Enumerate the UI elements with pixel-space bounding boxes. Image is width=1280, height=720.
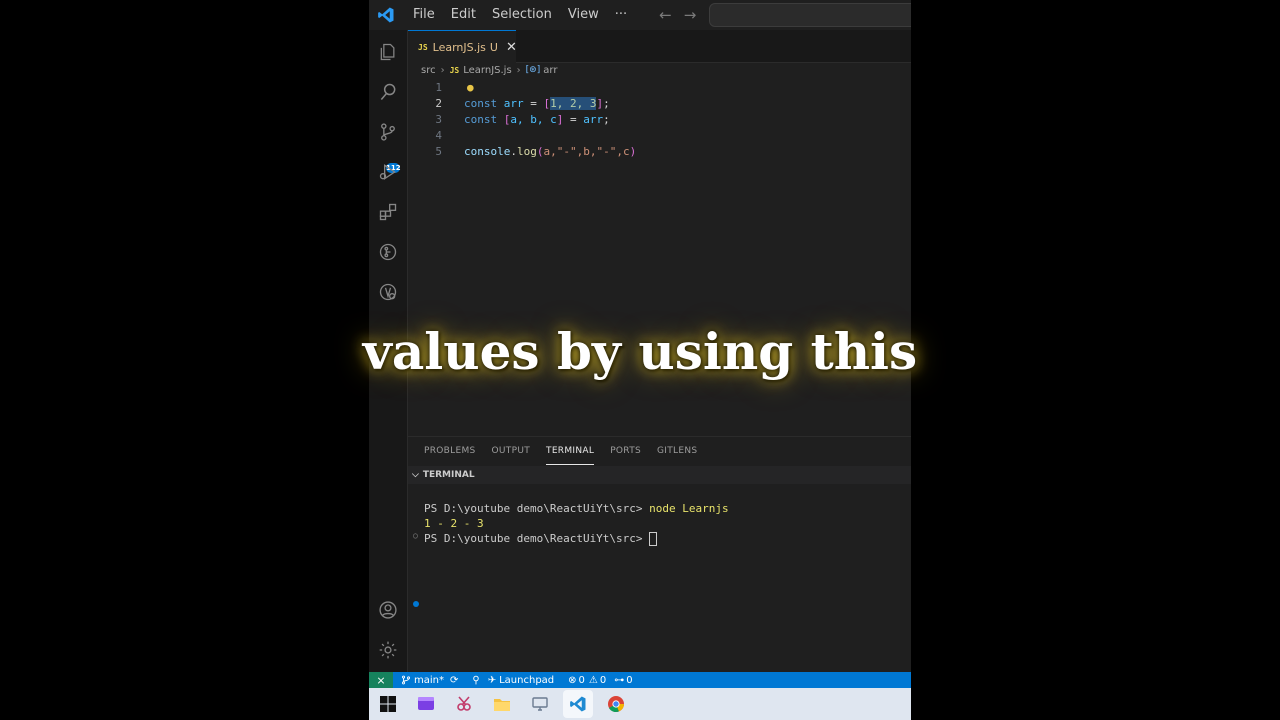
chevron-right-icon: › (516, 64, 521, 76)
remote-desktop-icon[interactable] (525, 690, 555, 718)
tab-gitlens[interactable]: GITLENS (657, 437, 697, 465)
run-debug-icon[interactable] (376, 160, 400, 184)
terminal-section-title: TERMINAL (422, 470, 475, 480)
back-arrow-icon[interactable]: ← (659, 6, 672, 24)
code-line-1: 1 ● (408, 80, 911, 96)
remote-explorer-icon[interactable] (376, 280, 400, 304)
antenna-icon: ⊶ (614, 674, 625, 686)
code-line-4: 4 (408, 128, 911, 144)
terminal-section-header[interactable]: ⌵ TERMINAL (408, 466, 911, 484)
ports-status[interactable]: ⊶ 0 (614, 675, 632, 686)
command-center-search[interactable] (709, 3, 911, 27)
menu-more[interactable]: ··· (607, 0, 635, 30)
problems-status[interactable]: ⊗ 0 ⚠ 0 (568, 675, 606, 686)
line-number: 2 (435, 97, 442, 110)
breadcrumb-file[interactable]: LearnJS.js (463, 65, 511, 76)
windows-start-icon[interactable] (373, 690, 403, 718)
terminal-line: PS D:\youtube demo\ReactUiYt\src> node L… (424, 502, 729, 515)
tab-problems[interactable]: PROBLEMS (424, 437, 476, 465)
source-control-icon[interactable] (376, 120, 400, 144)
launchpad-status[interactable]: ✈ Launchpad (488, 675, 554, 686)
explorer-icon[interactable] (376, 40, 400, 64)
video-caption-overlay: values by using this (362, 322, 918, 381)
vscode-logo-icon[interactable] (373, 2, 399, 28)
warning-icon: ⚠ (588, 674, 598, 686)
git-branch-icon (402, 675, 410, 685)
code-line-3: 3 const [a, b, c] = arr; (408, 112, 911, 128)
line-number: 5 (435, 145, 442, 158)
settings-gear-icon[interactable] (376, 638, 400, 662)
bottom-panel: PROBLEMS OUTPUT TERMINAL PORTS GITLENS ⌵… (408, 436, 911, 673)
search-icon[interactable] (376, 80, 400, 104)
chevron-down-icon: ⌵ (412, 470, 419, 480)
terminal-output-line: 1 - 2 - 3 (424, 517, 484, 530)
chrome-browser-icon[interactable] (601, 690, 631, 718)
menu-selection[interactable]: Selection (484, 0, 560, 30)
account-icon[interactable] (376, 598, 400, 622)
terminal-cursor (649, 532, 658, 546)
javascript-file-icon: JS (449, 65, 460, 75)
snipping-tool-icon[interactable] (449, 690, 479, 718)
status-dot-icon (413, 601, 419, 607)
code-text: const arr = [1, 2, 3]; (464, 97, 610, 110)
code-text: console.log(a,"-",b,"-",c) (464, 145, 637, 158)
line-number: 1 (435, 81, 442, 94)
javascript-file-icon: JS (418, 42, 428, 52)
tab-terminal[interactable]: TERMINAL (546, 437, 595, 465)
tab-untracked-status: U (489, 40, 498, 54)
menu-bar: File Edit Selection View ··· (405, 0, 635, 30)
menu-view[interactable]: View (560, 0, 607, 30)
editor-tab-bar: JS LearnJS.js U ✕ (408, 30, 911, 63)
line-number: 3 (435, 113, 442, 126)
status-bar: ⨯ main* ⟳ ⚲ ✈ Launchpad ⊗ 0 ⚠ 0 ⊶ 0 (369, 672, 911, 688)
chevron-right-icon: › (440, 64, 445, 76)
tab-ports[interactable]: PORTS (610, 437, 641, 465)
file-explorer-icon[interactable] (487, 690, 517, 718)
error-icon: ⊗ (568, 674, 577, 686)
vscode-taskbar-icon[interactable] (563, 690, 593, 718)
menu-edit[interactable]: Edit (443, 0, 484, 30)
selected-text: 1, 2, 3 (550, 97, 597, 110)
gitlens-status-icon[interactable]: ⚲ (472, 675, 479, 686)
breadcrumb-symbol[interactable]: arr (543, 65, 557, 76)
breadcrumb-folder[interactable]: src (421, 65, 436, 76)
tab-learnjs[interactable]: JS LearnJS.js U ✕ (408, 30, 517, 63)
code-editor[interactable]: 1 ● 2 const arr = [1, 2, 3]; 3 const [a,… (408, 80, 911, 435)
rocket-icon: ✈ (487, 674, 497, 686)
branch-status[interactable]: main* (401, 675, 444, 686)
line-number: 4 (435, 129, 442, 142)
remote-indicator-icon[interactable]: ⨯ (369, 672, 393, 688)
lightbulb-icon[interactable]: ● (467, 80, 474, 96)
variable-symbol-icon: [⊛] (525, 65, 541, 75)
code-line-5: 5 console.log(a,"-",b,"-",c) (408, 144, 911, 160)
menu-file[interactable]: File (405, 0, 443, 30)
breadcrumb: src › JS LearnJS.js › [⊛] arr (421, 62, 557, 78)
forward-arrow-icon[interactable]: → (684, 6, 697, 24)
code-line-2: 2 const arr = [1, 2, 3]; (408, 96, 911, 112)
video-editor-app-icon[interactable] (411, 690, 441, 718)
tab-filename: LearnJS.js (432, 40, 486, 54)
tab-close-icon[interactable]: ✕ (506, 40, 517, 55)
terminal-prompt-line: PS D:\youtube demo\ReactUiYt\src> (424, 531, 658, 546)
code-text: const [a, b, c] = arr; (464, 113, 610, 126)
gitlens-icon[interactable] (376, 240, 400, 264)
panel-tabs: PROBLEMS OUTPUT TERMINAL PORTS GITLENS (408, 437, 911, 465)
extensions-icon[interactable] (376, 200, 400, 224)
command-decoration-icon: ○ (413, 531, 418, 540)
title-bar: File Edit Selection View ··· ← → (369, 0, 911, 30)
tab-output[interactable]: OUTPUT (492, 437, 530, 465)
sync-icon[interactable]: ⟳ (450, 675, 458, 686)
windows-taskbar (369, 688, 911, 720)
